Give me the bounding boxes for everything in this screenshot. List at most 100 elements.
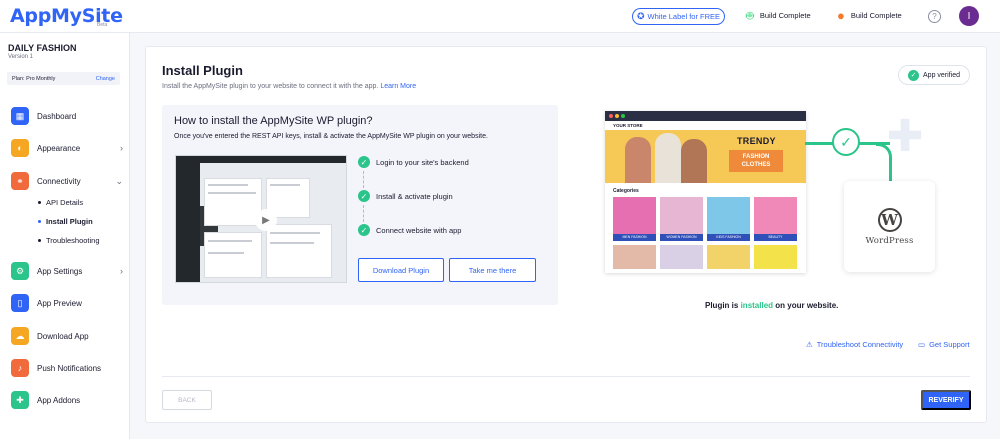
sidebar-item-connectivity[interactable]: ⚭ Connectivity ⌄ (11, 172, 123, 190)
gear-icon: ⚙ (11, 262, 29, 280)
connectivity-icon: ⚭ (11, 172, 29, 190)
page-subtitle: Install the AppMySite plugin to your web… (162, 83, 416, 90)
window-dot-icon (621, 114, 625, 118)
cloud-download-icon: ☁ (11, 327, 29, 345)
window-dot-icon (609, 114, 613, 118)
app-version: Version 1 (8, 54, 34, 60)
app-verified-badge: ✓ App verified (898, 65, 970, 85)
wp-line (208, 252, 244, 254)
categories-title: Categories (613, 188, 639, 194)
play-icon[interactable]: ▶ (255, 209, 277, 231)
page-subtitle-text: Install the AppMySite plugin to your web… (162, 83, 379, 90)
help-icon[interactable]: ? (928, 10, 941, 23)
wp-line (208, 184, 248, 186)
sidebar-item-app-addons[interactable]: ✚ App Addons (11, 391, 123, 409)
learn-more-link[interactable]: Learn More (380, 83, 416, 90)
plan-change-link[interactable]: Change (96, 76, 115, 82)
verified-label: App verified (923, 71, 960, 79)
status-post: on your website. (775, 301, 839, 310)
download-plugin-button[interactable]: Download Plugin (358, 258, 444, 282)
wp-line (270, 184, 300, 186)
divider (162, 376, 970, 377)
install-plugin-card: Install Plugin Install the AppMySite plu… (145, 46, 987, 423)
browser-bar (605, 111, 806, 121)
sidebar-item-label: Appearance (37, 143, 81, 153)
hero-subtitle-line: FASHION (742, 154, 770, 160)
model-image (681, 139, 707, 183)
white-label-label: White Label for FREE (647, 12, 721, 21)
take-me-there-button[interactable]: Take me there (449, 258, 536, 282)
tutorial-video[interactable]: ▶ (175, 155, 347, 283)
category-label: MEN FASHION (613, 234, 656, 241)
window-dot-icon (615, 114, 619, 118)
app-preview-mockup: YOUR STORE TRENDY FASHION CLOTHES Catego… (605, 111, 806, 273)
wp-admin-sidebar (176, 156, 200, 282)
dashboard-icon: ▦ (11, 107, 29, 125)
sidebar-sub-troubleshooting[interactable]: Troubleshooting (38, 236, 100, 245)
star-icon: ✪ (636, 11, 645, 21)
sidebar-sub-api-details[interactable]: API Details (38, 198, 83, 207)
chevron-right-icon: › (120, 266, 123, 276)
category-tile: BEAUTY (754, 197, 797, 241)
step-label: Login to your site's backend (376, 157, 469, 167)
chevron-down-icon: ⌄ (115, 175, 123, 186)
android-build-status[interactable]: 🤖︎ Build Complete (746, 9, 811, 22)
sidebar-item-label: Connectivity (37, 176, 81, 186)
bell-icon: ♪ (11, 359, 29, 377)
troubleshoot-label: Troubleshoot Connectivity (816, 340, 904, 349)
troubleshoot-connectivity-link[interactable]: ⚠ Troubleshoot Connectivity (806, 340, 903, 349)
bullet-icon (38, 220, 41, 223)
apple-icon: ● (837, 8, 845, 23)
ios-build-label: Build Complete (850, 11, 902, 20)
sidebar-item-appearance[interactable]: ◐ Appearance › (11, 139, 123, 157)
sidebar-sub-install-plugin[interactable]: Install Plugin (38, 217, 93, 226)
plan-box: Plan: Pro Monthly Change (7, 72, 120, 85)
sidebar-item-app-preview[interactable]: ▯ App Preview (11, 294, 123, 312)
hero-subtitle-box: FASHION CLOTHES (729, 150, 783, 172)
top-bar: AppMySite Beta ✪ White Label for FREE 🤖︎… (0, 0, 1000, 33)
ios-build-status[interactable]: ● Build Complete (837, 9, 902, 22)
wp-line (208, 240, 252, 242)
android-build-label: Build Complete (759, 11, 811, 20)
get-support-link[interactable]: ▭ Get Support (918, 340, 970, 349)
sidebar-item-app-settings[interactable]: ⚙ App Settings › (11, 262, 123, 280)
category-label: BEAUTY (754, 234, 797, 241)
chevron-right-icon: › (120, 143, 123, 153)
category-tile (707, 245, 750, 269)
android-icon: 🤖︎ (746, 8, 754, 23)
how-to-description: Once you've entered the REST API keys, i… (174, 133, 488, 140)
reverify-button[interactable]: REVERIFY (921, 390, 971, 410)
check-icon: ✓ (358, 224, 370, 236)
support-label: Get Support (929, 340, 970, 349)
category-tile: WOMEN FASHION (660, 197, 703, 241)
check-icon: ✓ (358, 156, 370, 168)
store-brand: YOUR STORE (605, 121, 806, 130)
category-tile (754, 245, 797, 269)
step-connector (363, 171, 364, 188)
category-tile: KIDS FASHION (707, 197, 750, 241)
sidebar-item-label: App Addons (37, 395, 81, 405)
status-installed: installed (740, 301, 774, 310)
wp-admin-bar (176, 156, 346, 163)
phone-icon: ▯ (11, 294, 29, 312)
category-tile (613, 245, 656, 269)
category-label: KIDS FASHION (707, 234, 750, 241)
hero-banner: TRENDY FASHION CLOTHES (605, 130, 806, 183)
white-label-button[interactable]: ✪ White Label for FREE (632, 8, 725, 25)
check-icon: ✓ (832, 128, 860, 156)
back-button[interactable]: BACK (162, 390, 212, 410)
warning-icon: ⚠ (806, 340, 813, 349)
wp-line (270, 232, 320, 234)
sidebar-item-dashboard[interactable]: ▦ Dashboard (11, 107, 123, 125)
connector-curve (876, 143, 892, 181)
wp-line (270, 242, 314, 244)
step-label: Install & activate plugin (376, 191, 453, 201)
sidebar-item-push-notifications[interactable]: ♪ Push Notifications (11, 359, 123, 377)
avatar[interactable]: I (959, 6, 979, 26)
page-title: Install Plugin (162, 63, 243, 78)
step-login: ✓ Login to your site's backend (358, 156, 469, 168)
bullet-icon (38, 239, 41, 242)
how-to-box: How to install the AppMySite WP plugin? … (162, 105, 558, 305)
category-tile: MEN FASHION (613, 197, 656, 241)
sidebar-item-download-app[interactable]: ☁ Download App (11, 327, 123, 345)
